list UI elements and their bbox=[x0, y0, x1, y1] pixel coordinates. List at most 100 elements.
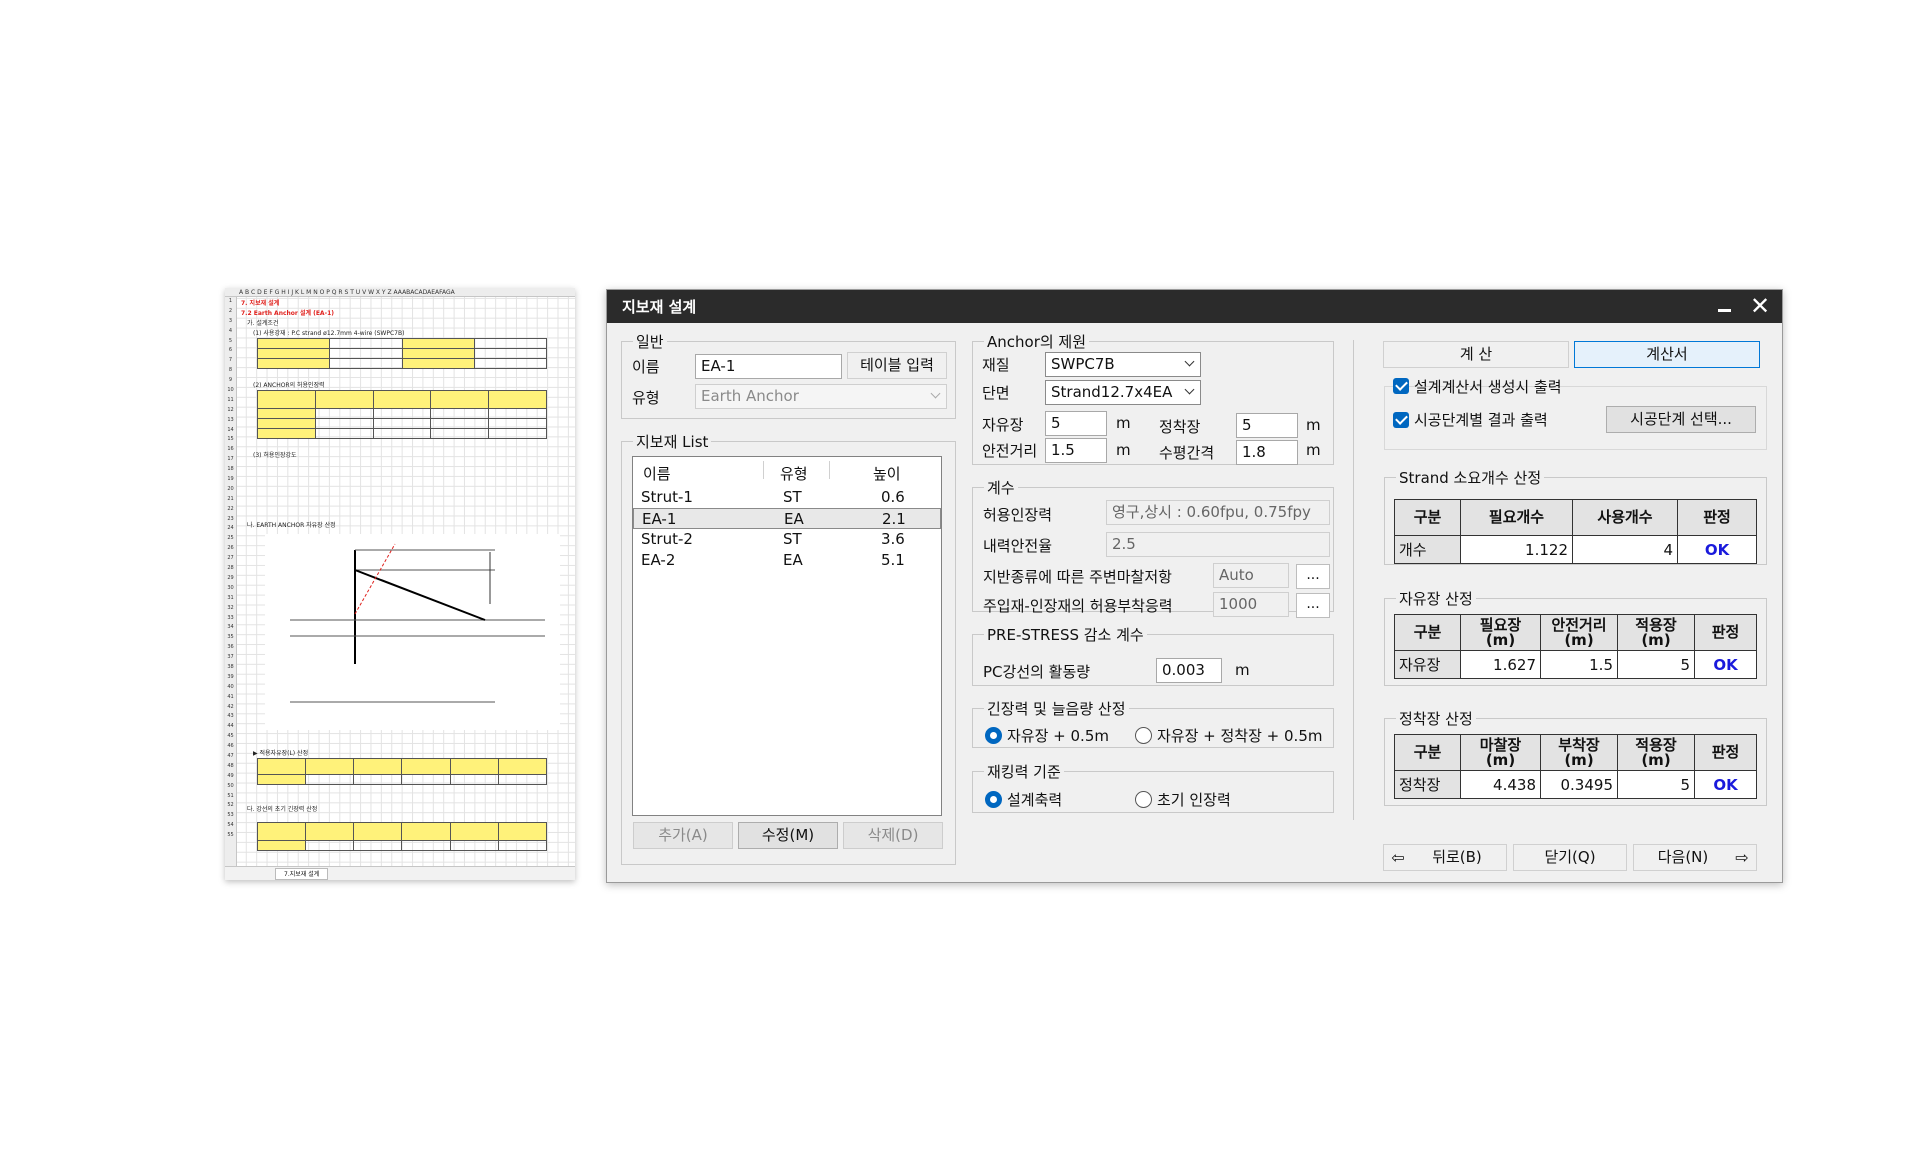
calculate-button[interactable]: 계 산 bbox=[1383, 341, 1569, 368]
row-number: 10 bbox=[227, 387, 234, 394]
table-input-button[interactable]: 테이블 입력 bbox=[847, 352, 947, 379]
support-list[interactable]: 이름 유형 높이 Strut-1 ST 0.6 EA-1 EA 2.1 Stru… bbox=[632, 456, 942, 816]
bond-stress-input[interactable]: 1000 bbox=[1213, 592, 1289, 617]
name-label: 이름 bbox=[632, 358, 660, 376]
row-number: 12 bbox=[227, 406, 234, 413]
list-item-type: EA bbox=[783, 551, 803, 569]
jacking-option-1[interactable]: 설계축력 bbox=[1007, 789, 1062, 810]
edit-button[interactable]: 수정(M) bbox=[738, 822, 838, 849]
allow-tension-input[interactable]: 영구,상시 : 0.60fpu, 0.75fpy bbox=[1106, 500, 1330, 525]
row-number: 33 bbox=[227, 614, 234, 621]
jacking-radio-2[interactable] bbox=[1135, 791, 1152, 808]
fix-length-input[interactable]: 5 bbox=[1236, 413, 1298, 438]
row-number: 7 bbox=[228, 357, 233, 364]
section-select[interactable]: Strand12.7x4EA bbox=[1045, 380, 1201, 405]
free-length-label: 자유장 bbox=[982, 416, 1024, 434]
title-bar: 지보재 설계 ✕ bbox=[607, 290, 1782, 323]
strand-header: 판정 bbox=[1677, 499, 1757, 536]
jacking-option-2[interactable]: 초기 인장력 bbox=[1157, 789, 1231, 810]
sheet-line-earth: 나. EARTH ANCHOR 자유장 산정 bbox=[247, 522, 336, 529]
checkbox-print-report[interactable] bbox=[1393, 378, 1409, 394]
safety-factor-input[interactable]: 2.5 bbox=[1106, 532, 1330, 557]
type-select[interactable]: Earth Anchor bbox=[695, 384, 947, 409]
row-number: 50 bbox=[227, 782, 234, 789]
allow-tension-label: 허용인장력 bbox=[983, 506, 1053, 524]
tension-radio-1[interactable] bbox=[985, 727, 1002, 744]
sheet-line-design: 가. 설계조건 bbox=[247, 320, 279, 327]
list-item[interactable]: EA-2 EA 5.1 bbox=[633, 550, 941, 571]
list-header: 이름 유형 높이 bbox=[633, 457, 941, 483]
dialog-title: 지보재 설계 bbox=[622, 298, 697, 316]
name-input[interactable]: EA-1 bbox=[695, 354, 842, 379]
strand-header: 사용개수 bbox=[1572, 499, 1678, 536]
free-length-unit: m bbox=[1116, 414, 1131, 432]
sheet-table-1 bbox=[256, 338, 548, 369]
strand-header: 구분 bbox=[1394, 499, 1461, 536]
sheet-table-4 bbox=[256, 822, 548, 851]
friction-input[interactable]: Auto bbox=[1213, 563, 1289, 588]
fix-row-label: 정착장 bbox=[1394, 770, 1461, 799]
list-item-height: 3.6 bbox=[881, 530, 905, 548]
next-button[interactable]: 다음(N) ⇨ bbox=[1633, 844, 1757, 871]
print-report-label[interactable]: 설계계산서 생성시 출력 bbox=[1414, 376, 1562, 397]
h-spacing-unit: m bbox=[1306, 441, 1321, 459]
safe-distance-input[interactable]: 1.5 bbox=[1045, 438, 1107, 463]
list-col-name[interactable]: 이름 bbox=[643, 463, 671, 484]
back-button[interactable]: ⇦ 뒤로(B) bbox=[1383, 844, 1507, 871]
list-item[interactable]: Strut-1 ST 0.6 bbox=[633, 487, 941, 508]
list-item-name: EA-2 bbox=[641, 551, 676, 569]
row-number: 35 bbox=[227, 634, 234, 641]
row-number: 41 bbox=[227, 693, 234, 700]
report-button[interactable]: 계산서 bbox=[1574, 341, 1760, 368]
bond-more-button[interactable]: ... bbox=[1296, 593, 1330, 618]
stage-result-label[interactable]: 시공단계별 결과 출력 bbox=[1414, 409, 1548, 430]
spreadsheet-preview: A B C D E F G H I J K L M N O P Q R S T … bbox=[225, 288, 575, 880]
fix-length-label: 정착장 bbox=[1159, 418, 1201, 436]
strand-verdict: OK bbox=[1677, 535, 1757, 564]
list-item-height: 5.1 bbox=[881, 551, 905, 569]
sheet-heading-2: 7.2 Earth Anchor 설계 (EA-1) bbox=[241, 310, 334, 317]
pc-slip-input[interactable]: 0.003 bbox=[1156, 658, 1222, 683]
safe-distance-unit: m bbox=[1116, 441, 1131, 459]
add-button[interactable]: 추가(A) bbox=[633, 822, 733, 849]
safety-factor-label: 내력안전율 bbox=[983, 537, 1053, 555]
free-verdict: OK bbox=[1694, 650, 1757, 679]
list-col-height[interactable]: 높이 bbox=[873, 463, 901, 484]
list-item[interactable]: EA-1 EA 2.1 bbox=[633, 508, 941, 529]
tension-radio-2[interactable] bbox=[1135, 727, 1152, 744]
tension-option-2[interactable]: 자유장 + 정착장 + 0.5m bbox=[1157, 725, 1322, 746]
strand-used: 4 bbox=[1572, 535, 1678, 564]
jacking-radio-1[interactable] bbox=[985, 791, 1002, 808]
row-number: 30 bbox=[227, 584, 234, 591]
free-header: 필요장 (m) bbox=[1460, 614, 1541, 651]
h-spacing-label: 수평간격 bbox=[1159, 444, 1215, 462]
h-spacing-input[interactable]: 1.8 bbox=[1236, 440, 1298, 465]
material-select[interactable]: SWPC7B bbox=[1045, 352, 1201, 377]
sheet-table-2 bbox=[257, 390, 547, 439]
pc-slip-unit: m bbox=[1235, 661, 1250, 679]
section-label: 단면 bbox=[982, 384, 1010, 402]
close-button[interactable]: 닫기(Q) bbox=[1513, 844, 1627, 871]
close-icon[interactable]: ✕ bbox=[1748, 292, 1772, 320]
next-button-label: 다음(N) bbox=[1657, 848, 1709, 866]
material-select-value: SWPC7B bbox=[1051, 355, 1115, 373]
tension-option-1[interactable]: 자유장 + 0.5m bbox=[1007, 725, 1109, 746]
row-number: 38 bbox=[227, 663, 234, 670]
checkbox-stage-result[interactable] bbox=[1393, 412, 1409, 428]
list-col-type[interactable]: 유형 bbox=[780, 463, 808, 484]
jacking-group-label: 재킹력 기준 bbox=[984, 761, 1064, 782]
free-length-group-label: 자유장 산정 bbox=[1396, 588, 1476, 609]
free-applied: 5 bbox=[1617, 650, 1695, 679]
free-length-input[interactable]: 5 bbox=[1045, 411, 1107, 436]
minimize-icon[interactable] bbox=[1716, 296, 1734, 316]
stage-select-button[interactable]: 시공단계 선택... bbox=[1606, 406, 1756, 433]
fix-bond: 0.3495 bbox=[1540, 770, 1618, 799]
row-number: 36 bbox=[227, 644, 234, 651]
list-item[interactable]: Strut-2 ST 3.6 bbox=[633, 529, 941, 550]
friction-more-button[interactable]: ... bbox=[1296, 564, 1330, 589]
delete-button[interactable]: 삭제(D) bbox=[843, 822, 943, 849]
sheet-tab[interactable]: 7.지보재 설계 bbox=[275, 868, 329, 880]
row-number: 3 bbox=[228, 317, 233, 324]
fix-friction: 4.438 bbox=[1460, 770, 1541, 799]
sheet-heading-1: 7. 지보재 설계 bbox=[241, 300, 280, 307]
